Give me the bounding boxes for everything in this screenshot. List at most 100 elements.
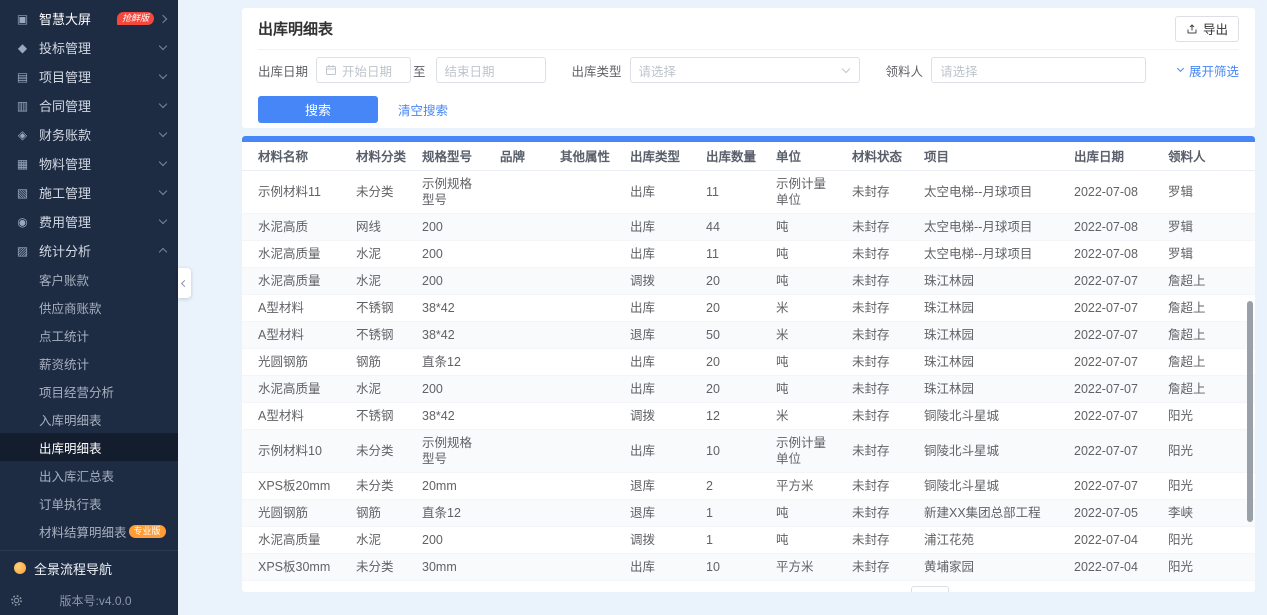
table-cell: 黄埔家园 [916, 553, 1066, 581]
contract-icon: ▥ [16, 98, 29, 113]
sidebar-item-construction[interactable]: ▧ 施工管理 [0, 178, 178, 207]
goto-page: 前往 页 [880, 585, 968, 592]
pro-badge: 专业版 [128, 524, 166, 538]
chevron-down-icon [158, 70, 168, 80]
search-button[interactable]: 搜索 [258, 95, 378, 123]
next-page-button[interactable] [842, 588, 862, 593]
sidebar-subitem-label: 项目经营分析 [39, 385, 115, 400]
sidebar-subitem[interactable]: 入库明细表 [0, 405, 178, 433]
gear-icon[interactable] [10, 594, 23, 607]
table-cell: 2022-07-07 [1066, 267, 1160, 295]
table-cell: 退库 [622, 321, 698, 349]
table-cell: 2022-07-07 [1066, 294, 1160, 322]
table-cell: 示例材料10 [242, 429, 348, 473]
table-cell [492, 170, 552, 214]
table-cell: 11 [698, 240, 768, 268]
sidebar-collapse-handle[interactable] [178, 268, 191, 298]
table-row[interactable]: 示例材料11 未分类 示例规格型号 出库 11 示例计量单位 未封存 太空电梯--月球项目 20… [242, 170, 1255, 214]
sidebar-item-stats[interactable]: ▨ 统计分析 [0, 236, 178, 265]
table-header: 材料名称 材料分类 规格型号 品牌 其他属性 出库类型 出库数量 单位 材料状态 项目 出库日期 领料… [242, 142, 1255, 171]
material-picker-input[interactable]: 请选择 [931, 57, 1147, 83]
page-number-1[interactable]: 1 [624, 591, 644, 593]
table-row[interactable]: 水泥高质量 水泥 200 出库 20 吨未封存 珠江林园 2022-07-07 詹超上 [242, 375, 1255, 403]
export-button[interactable]: 导出 [1174, 15, 1239, 42]
table-row[interactable]: 水泥高质量 水泥 200 出库 11 吨未封存 太空电梯--月球项目 2022-07-08 罗辑 [242, 240, 1255, 268]
table-cell [552, 294, 622, 322]
table-row[interactable]: XPS板30mm 未分类 30mm 出库 10 平方米 未封存 黄埔家园 2022-07-04 阳… [242, 553, 1255, 581]
table-cell: 珠江林园 [916, 267, 1066, 295]
flow-nav-label: 全景流程导航 [34, 561, 113, 577]
table-cell [552, 170, 622, 214]
sidebar-item-material[interactable]: ▦ 物料管理 [0, 149, 178, 178]
table-cell [552, 526, 622, 554]
prev-page-button[interactable] [598, 588, 618, 593]
table-cell: 米 [768, 294, 844, 322]
sidebar-subitem[interactable]: 出库明细表 [0, 433, 178, 461]
table-row[interactable]: 水泥高质量 水泥 200 调拨 1 吨未封存 浦江花苑 2022-07-04 阳光 [242, 526, 1255, 554]
table-cell [552, 499, 622, 527]
sidebar-item-expense[interactable]: ◉ 费用管理 [0, 207, 178, 236]
sidebar-item-smart-screen[interactable]: ▣ 智慧大屏 抢鲜版 [0, 4, 178, 33]
page-number-7[interactable]: 7 [768, 591, 788, 593]
table-cell: 水泥高质 [242, 213, 348, 241]
table-row[interactable]: XPS板20mm 未分类 20mm 退库 2 平方米 未封存 铜陵北斗星城 2022-07-07… [242, 472, 1255, 500]
table-row[interactable]: 示例材料10 未分类 示例规格型号 出库 10 示例计量单位 未封存 铜陵北斗星城 2022-0… [242, 429, 1255, 473]
sidebar-subitem[interactable]: 薪资统计 [0, 349, 178, 377]
outbound-type-select[interactable]: 请选择 [629, 57, 860, 83]
table-cell [552, 472, 622, 500]
sidebar-item-project[interactable]: ▤ 项目管理 [0, 62, 178, 91]
table-cell [552, 429, 622, 473]
table-row[interactable]: A型材料 不锈钢 38*42 调拨 12 米未封存 铜陵北斗星城 2022-07-07 阳光 [242, 402, 1255, 430]
table-cell: 50 [698, 321, 768, 349]
scrollbar-thumb[interactable] [1247, 301, 1253, 522]
sidebar-subitem[interactable]: 点工统计 [0, 321, 178, 349]
sidebar-subitem[interactable]: 出入库汇总表 [0, 461, 178, 489]
page-number-4[interactable]: 4 [696, 591, 716, 593]
table-cell: 米 [768, 321, 844, 349]
table-cell: 阳光 [1160, 472, 1255, 500]
table-cell: 吨 [768, 267, 844, 295]
table-row[interactable]: 光圆钢筋 钢筋 直条12 出库 20 吨未封存 珠江林园 2022-07-07 詹超上 [242, 348, 1255, 376]
table-card: 材料名称 材料分类 规格型号 品牌 其他属性 出库类型 出库数量 单位 材料状态 项目 出库日期 领料… [242, 136, 1255, 592]
main-content: 出库明细表 导出 出库日期 开始日期 至 结束日期 出库类型 请选择 领料人 请… [178, 0, 1267, 615]
expand-filter-link[interactable]: 展开筛选 [1176, 61, 1239, 80]
table-cell: 吨 [768, 526, 844, 554]
table-row[interactable]: A型材料 不锈钢 38*42 退库 50 米未封存 珠江林园 2022-07-07 詹超上 [242, 321, 1255, 349]
sidebar-subitem[interactable]: 订单执行表 [0, 489, 178, 517]
goto-page-input[interactable] [911, 585, 950, 592]
sidebar-item-bidding[interactable]: ◆ 投标管理 [0, 33, 178, 62]
table-vertical-scrollbar[interactable] [1247, 172, 1253, 552]
start-date-input[interactable]: 开始日期 [316, 57, 412, 83]
edition-badge: 抢鲜版 [116, 12, 154, 25]
table-cell: 1 [698, 526, 768, 554]
table-cell: 12 [698, 402, 768, 430]
table-row[interactable]: 光圆钢筋 钢筋 直条12 退库 1 吨未封存 新建XX集团总部工程 2022-07-05 李峡 [242, 499, 1255, 527]
page-number-3[interactable]: 3 [672, 591, 692, 593]
table-row[interactable]: 水泥高质 网线 200 出库 44 吨未封存 太空电梯--月球项目 2022-07-08 罗辑 [242, 213, 1255, 241]
table-cell: XPS板20mm [242, 472, 348, 500]
sidebar-subitem[interactable]: 客户账款 [0, 265, 178, 293]
sidebar-subitem[interactable]: 材料结算明细表 专业版 [0, 517, 178, 545]
table-cell: A型材料 [242, 402, 348, 430]
outbound-detail-table: 材料名称 材料分类 规格型号 品牌 其他属性 出库类型 出库数量 单位 材料状态 项目 出库日期 领料… [242, 142, 1255, 581]
table-cell: 2022-07-04 [1066, 553, 1160, 581]
table-cell: 吨 [768, 240, 844, 268]
table-cell: 38*42 [414, 321, 492, 349]
sidebar-subitem-label: 出入库汇总表 [39, 469, 115, 484]
page-number-5[interactable]: 5 [720, 591, 740, 593]
sidebar-item-finance[interactable]: ◈ 财务账款 [0, 120, 178, 149]
sidebar-subitem[interactable]: 项目经营分析 [0, 377, 178, 405]
table-cell: 示例计量单位 [768, 429, 844, 473]
version-label: 版本号:v4.0.0 [59, 593, 132, 608]
end-date-input[interactable]: 结束日期 [435, 57, 546, 83]
sidebar-item-contract[interactable]: ▥ 合同管理 [0, 91, 178, 120]
page-number-15[interactable]: 15 [816, 591, 836, 593]
sidebar-item-flow-nav[interactable]: 全景流程导航 [0, 551, 178, 585]
table-cell: 珠江林园 [916, 375, 1066, 403]
sidebar-subitem[interactable]: 供应商账款 [0, 293, 178, 321]
table-row[interactable]: A型材料 不锈钢 38*42 出库 20 米未封存 珠江林园 2022-07-07 詹超上 [242, 294, 1255, 322]
table-cell: 钢筋 [348, 499, 414, 527]
clear-search-link[interactable]: 清空搜索 [398, 100, 448, 119]
table-row[interactable]: 水泥高质量 水泥 200 调拨 20 吨未封存 珠江林园 2022-07-07 詹超上 [242, 267, 1255, 295]
page-number-6[interactable]: 6 [744, 591, 764, 593]
